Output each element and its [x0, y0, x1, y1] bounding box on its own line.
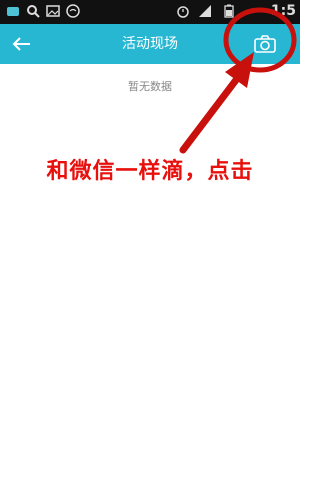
notification-icon — [6, 4, 20, 21]
wifi-icon — [66, 4, 80, 21]
alarm-icon — [176, 4, 190, 21]
camera-button[interactable] — [252, 32, 278, 56]
signal-icon — [198, 4, 212, 21]
camera-icon — [254, 35, 276, 53]
nav-bar: 活动现场 — [0, 24, 300, 64]
battery-icon — [222, 4, 236, 21]
empty-state-text: 暂无数据 — [128, 80, 172, 93]
status-time: 1:5 — [270, 3, 296, 19]
image-icon — [46, 4, 60, 21]
annotation-text: 和微信一样滴，点击 — [46, 159, 254, 184]
annotation-overlay — [179, 7, 297, 154]
status-bar: 1:5 — [0, 0, 300, 24]
search-icon — [26, 4, 40, 21]
